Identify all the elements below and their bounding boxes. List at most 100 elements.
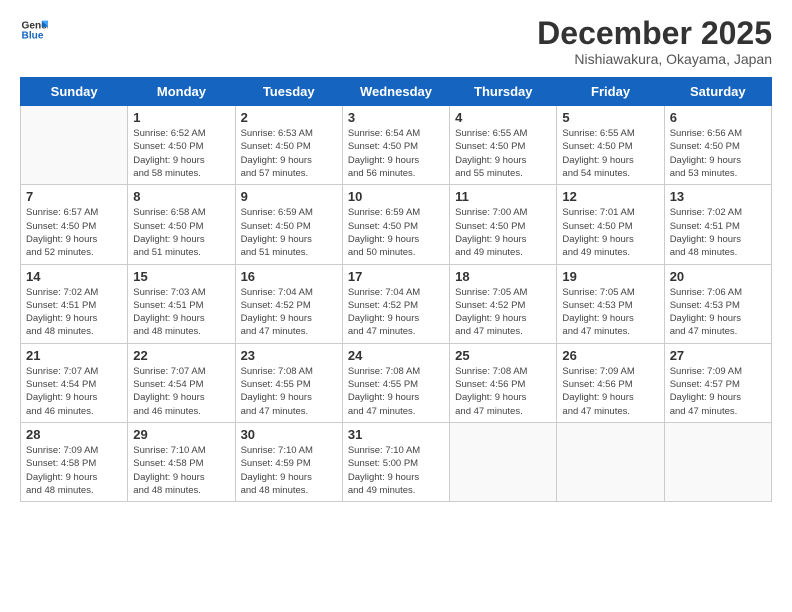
day-number: 21 — [26, 348, 122, 363]
day-cell: 12 Sunrise: 7:01 AMSunset: 4:50 PMDayligh… — [557, 185, 664, 264]
day-info: Sunrise: 7:00 AMSunset: 4:50 PMDaylight:… — [455, 206, 551, 259]
day-info: Sunrise: 7:07 AMSunset: 4:54 PMDaylight:… — [26, 365, 122, 418]
day-number: 20 — [670, 269, 766, 284]
day-info: Sunrise: 7:08 AMSunset: 4:55 PMDaylight:… — [348, 365, 444, 418]
day-cell: 20 Sunrise: 7:06 AMSunset: 4:53 PMDayligh… — [664, 264, 771, 343]
day-number: 17 — [348, 269, 444, 284]
day-cell — [664, 422, 771, 501]
day-cell: 4 Sunrise: 6:55 AMSunset: 4:50 PMDaylight… — [450, 106, 557, 185]
day-info: Sunrise: 7:10 AMSunset: 5:00 PMDaylight:… — [348, 444, 444, 497]
day-info: Sunrise: 7:05 AMSunset: 4:52 PMDaylight:… — [455, 286, 551, 339]
day-info: Sunrise: 7:10 AMSunset: 4:59 PMDaylight:… — [241, 444, 337, 497]
day-info: Sunrise: 7:02 AMSunset: 4:51 PMDaylight:… — [26, 286, 122, 339]
day-number: 9 — [241, 189, 337, 204]
day-info: Sunrise: 6:55 AMSunset: 4:50 PMDaylight:… — [455, 127, 551, 180]
day-number: 5 — [562, 110, 658, 125]
day-number: 26 — [562, 348, 658, 363]
day-number: 28 — [26, 427, 122, 442]
logo-icon: General Blue — [20, 16, 48, 44]
day-cell: 18 Sunrise: 7:05 AMSunset: 4:52 PMDayligh… — [450, 264, 557, 343]
day-info: Sunrise: 7:08 AMSunset: 4:56 PMDaylight:… — [455, 365, 551, 418]
day-info: Sunrise: 7:03 AMSunset: 4:51 PMDaylight:… — [133, 286, 229, 339]
day-number: 29 — [133, 427, 229, 442]
week-row-3: 14Sunrise: 7:02 AMSunset: 4:51 PMDayligh… — [21, 264, 772, 343]
day-info: Sunrise: 6:57 AMSunset: 4:50 PMDaylight:… — [26, 206, 122, 259]
day-number: 10 — [348, 189, 444, 204]
day-info: Sunrise: 7:09 AMSunset: 4:56 PMDaylight:… — [562, 365, 658, 418]
header-cell-saturday: Saturday — [664, 78, 771, 106]
title-block: December 2025 Nishiawakura, Okayama, Jap… — [537, 16, 772, 67]
day-info: Sunrise: 6:55 AMSunset: 4:50 PMDaylight:… — [562, 127, 658, 180]
day-info: Sunrise: 7:01 AMSunset: 4:50 PMDaylight:… — [562, 206, 658, 259]
day-number: 13 — [670, 189, 766, 204]
day-cell: 13 Sunrise: 7:02 AMSunset: 4:51 PMDayligh… — [664, 185, 771, 264]
day-info: Sunrise: 7:06 AMSunset: 4:53 PMDaylight:… — [670, 286, 766, 339]
page: General Blue December 2025 Nishiawakura,… — [0, 0, 792, 612]
day-number: 1 — [133, 110, 229, 125]
week-row-1: 1 Sunrise: 6:52 AMSunset: 4:50 PMDaylight… — [21, 106, 772, 185]
header-cell-friday: Friday — [557, 78, 664, 106]
day-cell: 22Sunrise: 7:07 AMSunset: 4:54 PMDayligh… — [128, 343, 235, 422]
day-cell — [557, 422, 664, 501]
day-number: 24 — [348, 348, 444, 363]
calendar: SundayMondayTuesdayWednesdayThursdayFrid… — [20, 77, 772, 502]
day-info: Sunrise: 6:59 AMSunset: 4:50 PMDaylight:… — [241, 206, 337, 259]
day-cell — [450, 422, 557, 501]
day-cell: 5 Sunrise: 6:55 AMSunset: 4:50 PMDaylight… — [557, 106, 664, 185]
day-number: 18 — [455, 269, 551, 284]
day-cell: 23 Sunrise: 7:08 AMSunset: 4:55 PMDayligh… — [235, 343, 342, 422]
day-info: Sunrise: 7:08 AMSunset: 4:55 PMDaylight:… — [241, 365, 337, 418]
svg-text:Blue: Blue — [22, 31, 44, 42]
day-cell: 27 Sunrise: 7:09 AMSunset: 4:57 PMDayligh… — [664, 343, 771, 422]
week-row-2: 7Sunrise: 6:57 AMSunset: 4:50 PMDaylight… — [21, 185, 772, 264]
day-cell: 17 Sunrise: 7:04 AMSunset: 4:52 PMDayligh… — [342, 264, 449, 343]
day-info: Sunrise: 7:02 AMSunset: 4:51 PMDaylight:… — [670, 206, 766, 259]
header-cell-wednesday: Wednesday — [342, 78, 449, 106]
day-cell: 19 Sunrise: 7:05 AMSunset: 4:53 PMDayligh… — [557, 264, 664, 343]
day-number: 15 — [133, 269, 229, 284]
day-info: Sunrise: 6:58 AMSunset: 4:50 PMDaylight:… — [133, 206, 229, 259]
day-info: Sunrise: 7:09 AMSunset: 4:57 PMDaylight:… — [670, 365, 766, 418]
day-number: 8 — [133, 189, 229, 204]
day-number: 31 — [348, 427, 444, 442]
day-cell: 15 Sunrise: 7:03 AMSunset: 4:51 PMDayligh… — [128, 264, 235, 343]
day-cell: 28 Sunrise: 7:09 AMSunset: 4:58 PMDayligh… — [21, 422, 128, 501]
day-number: 6 — [670, 110, 766, 125]
week-row-4: 21 Sunrise: 7:07 AMSunset: 4:54 PMDayligh… — [21, 343, 772, 422]
day-number: 2 — [241, 110, 337, 125]
day-cell: 6 Sunrise: 6:56 AMSunset: 4:50 PMDaylight… — [664, 106, 771, 185]
day-cell: 21 Sunrise: 7:07 AMSunset: 4:54 PMDayligh… — [21, 343, 128, 422]
day-number: 23 — [241, 348, 337, 363]
day-cell: 11Sunrise: 7:00 AMSunset: 4:50 PMDayligh… — [450, 185, 557, 264]
day-number: 12 — [562, 189, 658, 204]
day-info: Sunrise: 7:05 AMSunset: 4:53 PMDaylight:… — [562, 286, 658, 339]
logo: General Blue — [20, 16, 48, 44]
location: Nishiawakura, Okayama, Japan — [537, 51, 772, 67]
day-cell: 7Sunrise: 6:57 AMSunset: 4:50 PMDaylight… — [21, 185, 128, 264]
header-cell-monday: Monday — [128, 78, 235, 106]
header-cell-thursday: Thursday — [450, 78, 557, 106]
day-cell: 16Sunrise: 7:04 AMSunset: 4:52 PMDayligh… — [235, 264, 342, 343]
week-row-5: 28 Sunrise: 7:09 AMSunset: 4:58 PMDayligh… — [21, 422, 772, 501]
day-info: Sunrise: 6:56 AMSunset: 4:50 PMDaylight:… — [670, 127, 766, 180]
day-number: 30 — [241, 427, 337, 442]
day-cell: 10 Sunrise: 6:59 AMSunset: 4:50 PMDayligh… — [342, 185, 449, 264]
day-info: Sunrise: 6:59 AMSunset: 4:50 PMDaylight:… — [348, 206, 444, 259]
day-number: 19 — [562, 269, 658, 284]
day-number: 22 — [133, 348, 229, 363]
day-cell: 9 Sunrise: 6:59 AMSunset: 4:50 PMDaylight… — [235, 185, 342, 264]
day-cell: 3Sunrise: 6:54 AMSunset: 4:50 PMDaylight… — [342, 106, 449, 185]
day-cell — [21, 106, 128, 185]
day-number: 25 — [455, 348, 551, 363]
day-info: Sunrise: 7:04 AMSunset: 4:52 PMDaylight:… — [348, 286, 444, 339]
day-cell: 25 Sunrise: 7:08 AMSunset: 4:56 PMDayligh… — [450, 343, 557, 422]
day-info: Sunrise: 7:09 AMSunset: 4:58 PMDaylight:… — [26, 444, 122, 497]
day-cell: 2Sunrise: 6:53 AMSunset: 4:50 PMDaylight… — [235, 106, 342, 185]
day-cell: 29Sunrise: 7:10 AMSunset: 4:58 PMDayligh… — [128, 422, 235, 501]
day-number: 27 — [670, 348, 766, 363]
day-cell: 26 Sunrise: 7:09 AMSunset: 4:56 PMDayligh… — [557, 343, 664, 422]
day-info: Sunrise: 6:52 AMSunset: 4:50 PMDaylight:… — [133, 127, 229, 180]
day-cell: 1 Sunrise: 6:52 AMSunset: 4:50 PMDaylight… — [128, 106, 235, 185]
header-row: SundayMondayTuesdayWednesdayThursdayFrid… — [21, 78, 772, 106]
day-number: 4 — [455, 110, 551, 125]
